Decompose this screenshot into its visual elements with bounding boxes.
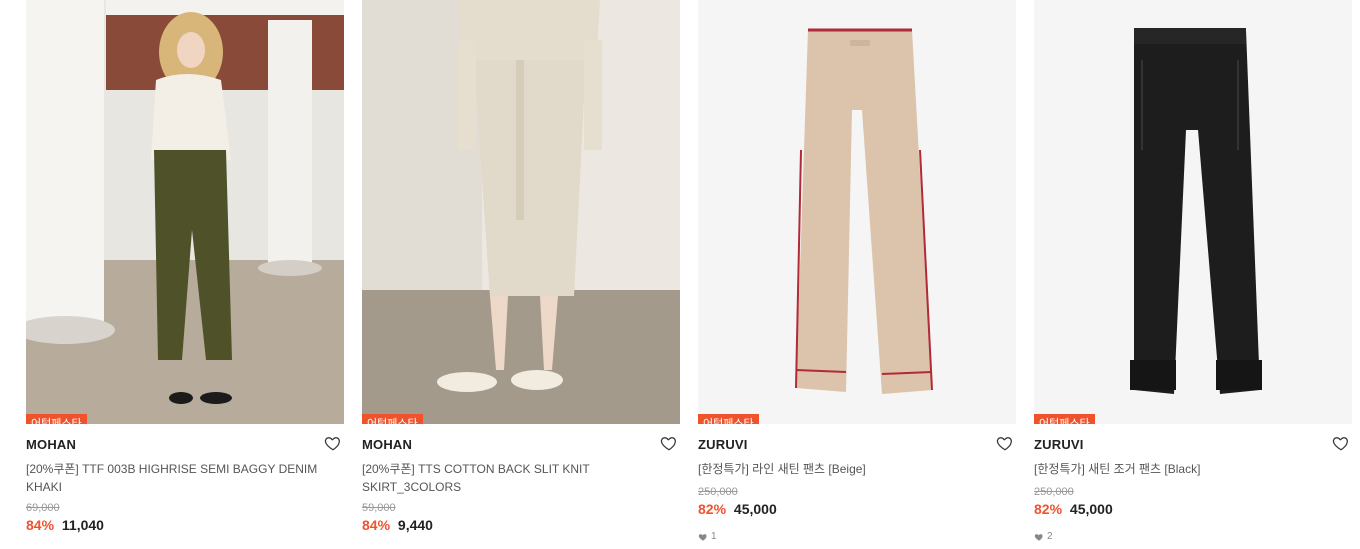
likes-count: 1 [698,531,1016,542]
product-card[interactable]: 어텀페스타 MOHAN [20%쿠폰] TTS COTTON BACK SLIT… [362,0,680,542]
price-row: 82% 45,000 [698,501,1016,517]
original-price: 69,000 [26,502,60,514]
original-price: 250,000 [698,486,738,498]
heart-outline-icon[interactable] [1332,434,1350,452]
product-image[interactable]: 어텀페스타 [698,0,1016,424]
original-price: 250,000 [1034,486,1074,498]
event-badge: 어텀페스타 [26,414,87,424]
product-card[interactable]: 어텀페스타 ZURUVI [한정특가] 라인 새틴 팬츠 [Beige] 250… [698,0,1016,542]
brand-name[interactable]: ZURUVI [698,437,1016,455]
product-info: ZURUVI [한정특가] 새틴 조거 팬츠 [Black] 250,000 8… [1034,424,1352,542]
product-info: MOHAN [20%쿠폰] TTS COTTON BACK SLIT KNIT … [362,424,680,533]
product-image[interactable]: 어텀페스타 [26,0,344,424]
event-badge: 어텀페스타 [698,414,759,424]
product-name[interactable]: [한정특가] 라인 새틴 팬츠 [Beige] [698,460,1016,478]
product-image[interactable]: 어텀페스타 [362,0,680,424]
product-name[interactable]: [20%쿠폰] TTF 003B HIGHRISE SEMI BAGGY DEN… [26,460,344,496]
price-row: 84% 11,040 [26,517,344,533]
event-badge: 어텀페스타 [362,414,423,424]
discount-rate: 82% [698,501,727,517]
likes-count: 2 [1034,531,1352,542]
brand-name[interactable]: ZURUVI [1034,437,1352,455]
product-image[interactable]: 어텀페스타 [1034,0,1352,424]
discount-rate: 82% [1034,501,1063,517]
brand-name[interactable]: MOHAN [26,437,344,455]
product-card[interactable]: 어텀페스타 MOHAN [20%쿠폰] TTF 003B HIGHRISE SE… [26,0,344,542]
product-grid: 어텀페스타 MOHAN [20%쿠폰] TTF 003B HIGHRISE SE… [26,0,1352,542]
product-name[interactable]: [20%쿠폰] TTS COTTON BACK SLIT KNIT SKIRT_… [362,460,680,496]
price-row: 82% 45,000 [1034,501,1352,517]
product-info: ZURUVI [한정특가] 라인 새틴 팬츠 [Beige] 250,000 8… [698,424,1016,542]
heart-filled-icon [698,533,707,541]
sale-price: 45,000 [733,501,777,517]
heart-outline-icon[interactable] [324,434,342,452]
heart-outline-icon[interactable] [996,434,1014,452]
discount-rate: 84% [26,517,55,533]
sale-price: 45,000 [1069,501,1113,517]
discount-rate: 84% [362,517,391,533]
product-name[interactable]: [한정특가] 새틴 조거 팬츠 [Black] [1034,460,1352,478]
heart-outline-icon[interactable] [660,434,678,452]
product-info: MOHAN [20%쿠폰] TTF 003B HIGHRISE SEMI BAG… [26,424,344,533]
sale-price: 11,040 [61,517,104,533]
product-card[interactable]: 어텀페스타 ZURUVI [한정특가] 새틴 조거 팬츠 [Black] 250… [1034,0,1352,542]
brand-name[interactable]: MOHAN [362,437,680,455]
sale-price: 9,440 [397,517,433,533]
event-badge: 어텀페스타 [1034,414,1095,424]
original-price: 59,000 [362,502,396,514]
heart-filled-icon [1034,533,1043,541]
price-row: 84% 9,440 [362,517,680,533]
